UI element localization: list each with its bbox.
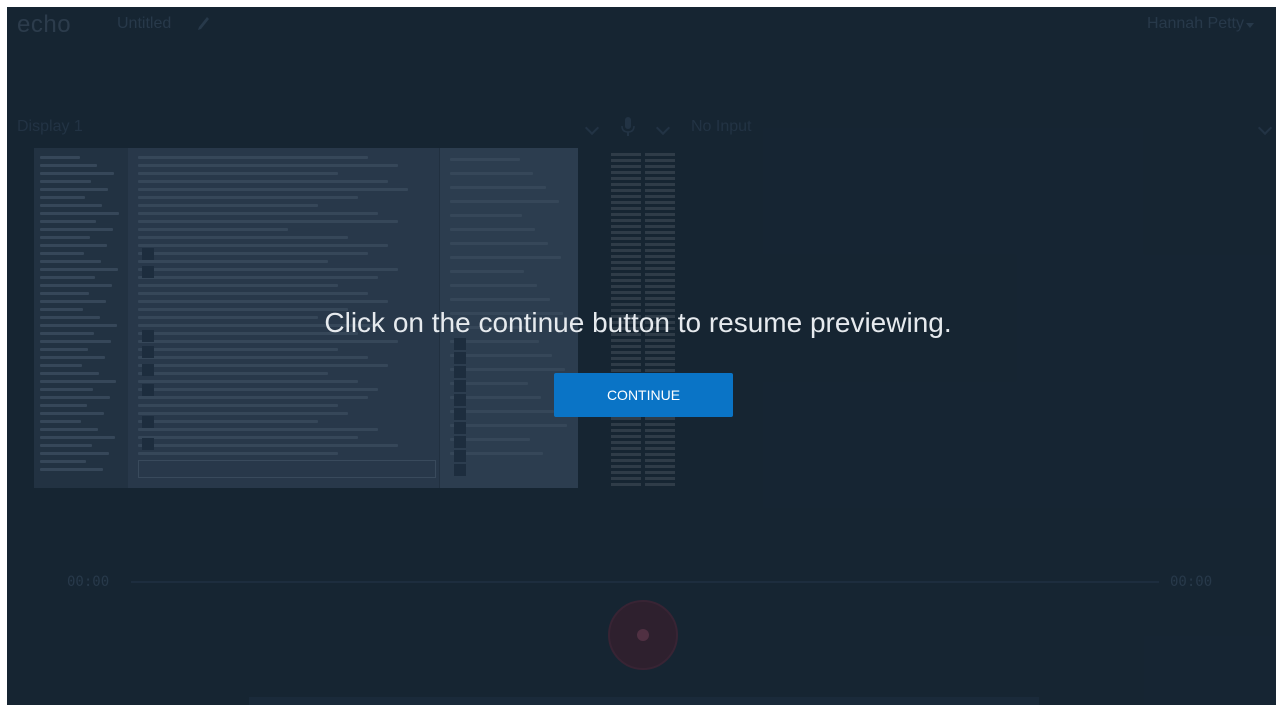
overlay-message: Click on the continue button to resume p… <box>324 307 952 338</box>
continue-button[interactable]: CONTINUE <box>554 373 733 417</box>
recorder-app: echo Untitled Hannah Petty Display 1 No … <box>7 7 1276 705</box>
resume-preview-overlay: Click on the continue button to resume p… <box>7 7 1276 705</box>
